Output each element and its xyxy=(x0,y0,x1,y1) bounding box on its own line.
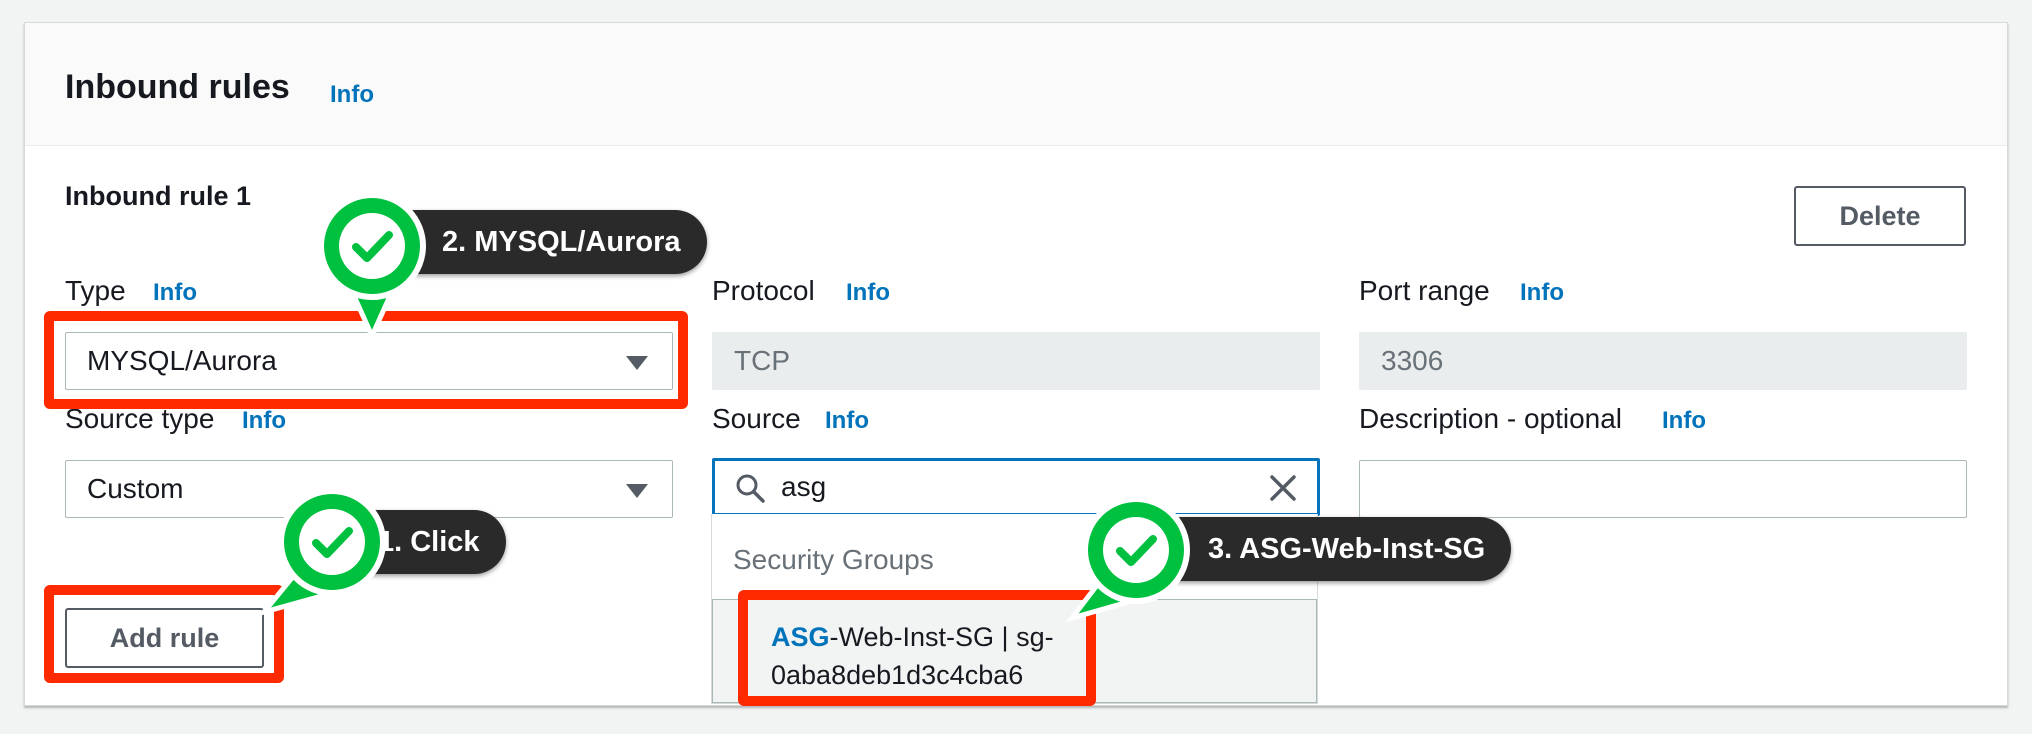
description-label: Description - optional xyxy=(1359,403,1623,434)
source-type-value: Custom xyxy=(87,473,184,504)
callout-step-2: 2. MYSQL/Aurora xyxy=(384,210,707,274)
protocol-info-link[interactable]: Info xyxy=(846,279,890,307)
check-badge-step-2 xyxy=(318,192,426,340)
callout-step-3: 3. ASG-Web-Inst-SG xyxy=(1150,517,1512,581)
check-badge-step-1 xyxy=(260,488,386,616)
dropdown-group-label: Security Groups xyxy=(733,544,934,575)
port-range-label: Port range xyxy=(1359,275,1490,306)
highlight-box-option xyxy=(738,590,1096,706)
delete-button[interactable]: Delete xyxy=(1794,186,1966,246)
source-info-link[interactable]: Info xyxy=(825,407,869,435)
source-label: Source xyxy=(712,403,801,434)
source-type-info-link[interactable]: Info xyxy=(242,407,286,435)
port-range-value: 3306 xyxy=(1381,345,1444,376)
highlight-box-add-rule xyxy=(44,585,284,683)
source-search-value: asg xyxy=(781,471,827,502)
port-range-info-link[interactable]: Info xyxy=(1520,279,1564,307)
rule-title: Inbound rule 1 xyxy=(65,181,251,211)
close-icon[interactable] xyxy=(1269,474,1297,502)
type-label: Type xyxy=(65,275,126,306)
protocol-label: Protocol xyxy=(712,275,815,306)
panel-header: Inbound rules Info xyxy=(25,23,2007,146)
type-info-link[interactable]: Info xyxy=(153,279,197,307)
panel-info-link[interactable]: Info xyxy=(330,81,374,109)
panel-title: Inbound rules xyxy=(65,68,290,106)
caret-down-icon xyxy=(626,484,648,498)
check-badge-step-3 xyxy=(1065,496,1190,623)
protocol-value: TCP xyxy=(734,345,790,376)
source-search-input[interactable]: asg xyxy=(712,458,1320,516)
search-icon xyxy=(736,474,765,503)
description-input[interactable] xyxy=(1359,460,1967,518)
port-range-field: 3306 xyxy=(1359,332,1967,390)
description-info-link[interactable]: Info xyxy=(1662,407,1706,435)
protocol-field: TCP xyxy=(712,332,1320,390)
